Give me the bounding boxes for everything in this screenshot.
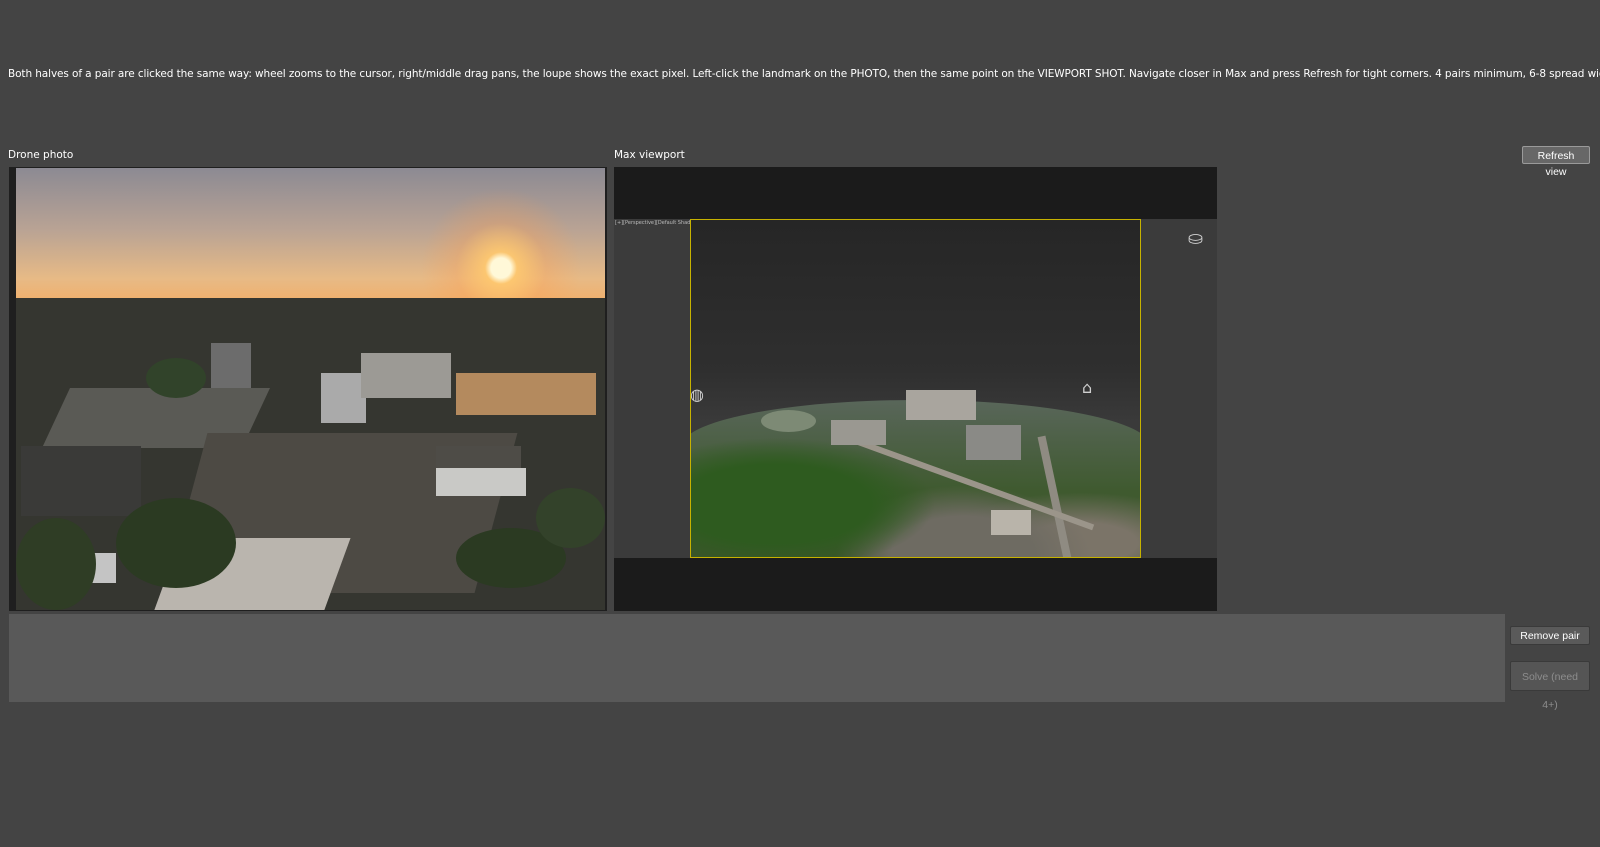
camera-gizmo-icon: ⌂ — [1082, 378, 1093, 397]
terrain-mesh — [691, 400, 1140, 557]
viewport-label-tag[interactable]: [+][Perspective][Default Shading] — [615, 220, 700, 226]
instructions-text: Both halves of a pair are clicked the sa… — [8, 68, 1600, 80]
remove-pair-button[interactable]: Remove pair — [1510, 626, 1590, 645]
photo-panel-label: Drone photo — [8, 149, 74, 161]
pairs-list[interactable] — [9, 614, 1505, 702]
refresh-view-button[interactable]: Refresh view — [1522, 146, 1590, 178]
viewport-panel-label: Max viewport — [614, 149, 685, 161]
light-gizmo-icon: ◍ — [690, 385, 704, 404]
drone-photo[interactable] — [16, 168, 605, 610]
solve-button[interactable]: Solve (need 4+) — [1510, 661, 1590, 711]
viewport-safe-frame[interactable] — [690, 219, 1141, 558]
viewcube-icon[interactable]: ⛀ — [1188, 228, 1203, 249]
